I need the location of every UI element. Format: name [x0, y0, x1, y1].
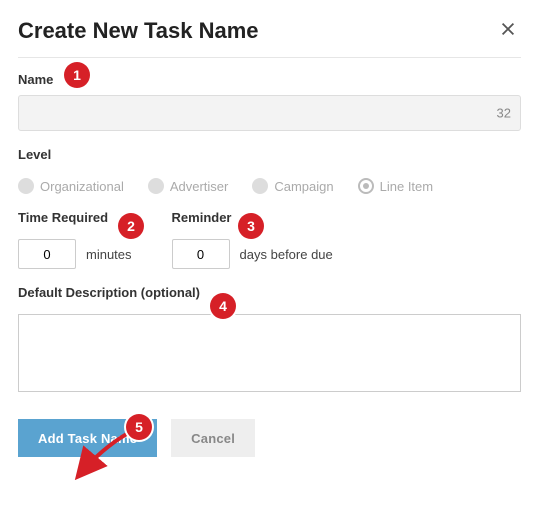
cancel-button[interactable]: Cancel: [171, 419, 255, 457]
level-field: Level Organizational Advertiser Campaign…: [18, 147, 521, 194]
callout-badge-1: 1: [64, 62, 90, 88]
reminder-input[interactable]: [172, 239, 230, 269]
level-label: Level: [18, 147, 51, 162]
time-required-label: Time Required: [18, 210, 108, 225]
level-option-organizational[interactable]: Organizational: [18, 178, 124, 194]
radio-icon: [252, 178, 268, 194]
name-field: Name 32: [18, 72, 521, 131]
reminder-suffix: days before due: [240, 247, 333, 262]
name-label: Name: [18, 72, 53, 87]
dialog-header: Create New Task Name: [18, 16, 521, 58]
level-option-line-item[interactable]: Line Item: [358, 178, 433, 194]
radio-label: Line Item: [380, 179, 433, 194]
radio-icon: [358, 178, 374, 194]
time-required-field: Time Required minutes: [18, 210, 132, 269]
time-required-input[interactable]: [18, 239, 76, 269]
name-char-count: 32: [497, 106, 511, 121]
reminder-label: Reminder: [172, 210, 232, 225]
time-required-suffix: minutes: [86, 247, 132, 262]
callout-badge-3: 3: [238, 213, 264, 239]
level-option-campaign[interactable]: Campaign: [252, 178, 333, 194]
callout-badge-5: 5: [126, 414, 152, 440]
radio-label: Organizational: [40, 179, 124, 194]
radio-icon: [148, 178, 164, 194]
dialog-title: Create New Task Name: [18, 18, 259, 44]
description-label: Default Description (optional): [18, 285, 200, 300]
radio-label: Campaign: [274, 179, 333, 194]
radio-label: Advertiser: [170, 179, 229, 194]
radio-icon: [18, 178, 34, 194]
description-input[interactable]: [18, 314, 521, 392]
callout-badge-4: 4: [210, 293, 236, 319]
callout-badge-2: 2: [118, 213, 144, 239]
name-input[interactable]: [18, 95, 521, 131]
description-field: Default Description (optional): [18, 285, 521, 395]
level-option-advertiser[interactable]: Advertiser: [148, 178, 229, 194]
close-icon[interactable]: [495, 16, 521, 45]
